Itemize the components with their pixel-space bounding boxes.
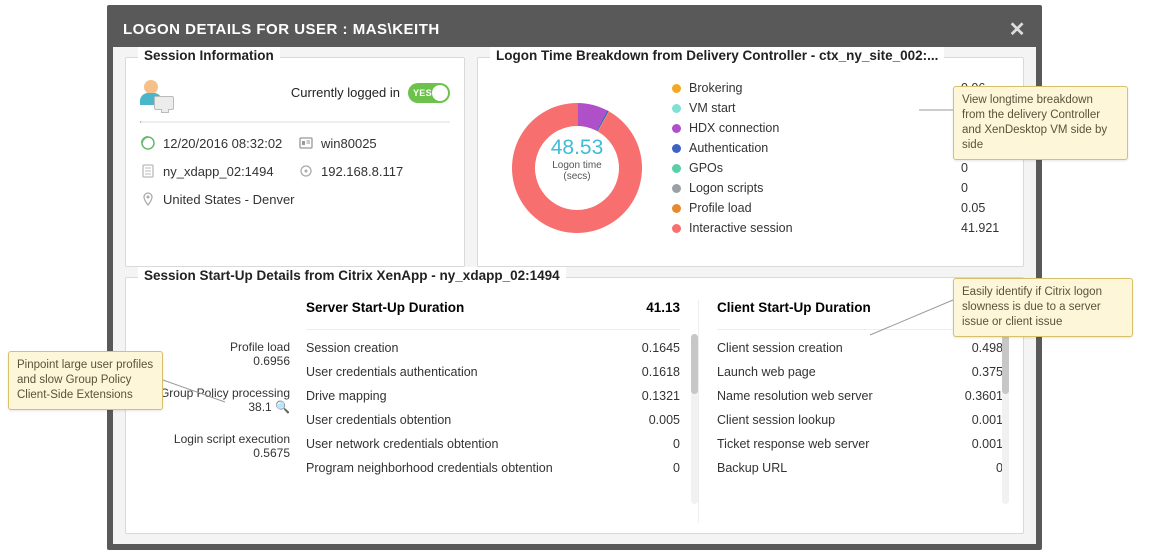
donut-total-label: Logon time <box>551 160 604 171</box>
legend-row: Logon scripts 0 <box>672 178 1009 198</box>
client-data-row: Launch web page0.375 <box>717 360 1003 384</box>
breakdown-panel: Logon Time Breakdown from Delivery Contr… <box>477 57 1024 267</box>
server-scrollbar[interactable] <box>691 334 698 504</box>
legend-label: VM start <box>689 101 953 115</box>
callout-profiles: Pinpoint large user profiles and slow Gr… <box>8 351 163 410</box>
client-scrollbar[interactable] <box>1002 334 1009 504</box>
server-data-row: Program neighborhood credentials obtenti… <box>306 456 680 480</box>
close-icon[interactable]: ✕ <box>1009 17 1026 42</box>
client-data-row: Ticket response web server0.001 <box>717 432 1003 456</box>
server-data-row: Drive mapping0.1321 <box>306 384 680 408</box>
legend-label: GPOs <box>689 161 953 175</box>
client-heading: Client Start-Up Duration <box>717 300 871 315</box>
donut-chart: 48.53 Logon time (secs) <box>492 78 662 258</box>
legend-label: Brokering <box>689 81 953 95</box>
client-data-row: Name resolution web server0.3601 <box>717 384 1003 408</box>
status-label: Currently logged in <box>291 85 400 100</box>
callout-citrix-slowness: Easily identify if Citrix logon slowness… <box>953 278 1133 337</box>
session-location: United States - Denver <box>140 191 450 207</box>
legend-value: 0.05 <box>961 201 1009 215</box>
startup-left-minis: Profile load0.6956Group Policy processin… <box>140 300 300 523</box>
mini-metric: Login script execution0.5675 <box>140 432 290 460</box>
session-id: ny_xdapp_02:1494 <box>140 163 292 179</box>
server-data-row: User credentials authentication0.1618 <box>306 360 680 384</box>
session-info-title: Session Information <box>144 48 274 63</box>
breakdown-title: Logon Time Breakdown from Delivery Contr… <box>496 48 938 63</box>
legend-swatch <box>672 104 681 113</box>
client-data-row: Backup URL0 <box>717 456 1003 480</box>
legend-row: Profile load 0.05 <box>672 198 1009 218</box>
callout-breakdown: View longtime breakdown from the deliver… <box>953 86 1128 160</box>
target-icon <box>298 163 314 179</box>
legend-swatch <box>672 224 681 233</box>
magnifier-icon[interactable]: 🔍 <box>275 400 290 414</box>
client-data-row: Client session creation0.498 <box>717 336 1003 360</box>
client-rows: Client session creation0.498Launch web p… <box>717 336 1003 480</box>
legend-swatch <box>672 204 681 213</box>
legend-value: 41.921 <box>961 221 1009 235</box>
legend-swatch <box>672 164 681 173</box>
legend-label: Profile load <box>689 201 953 215</box>
server-total: 41.13 <box>646 300 680 315</box>
startup-panel: Session Start-Up Details from Citrix Xen… <box>125 277 1024 534</box>
legend-row: Interactive session 41.921 <box>672 218 1009 238</box>
server-data-row: Session creation0.1645 <box>306 336 680 360</box>
legend-value: 0 <box>961 161 1009 175</box>
logged-in-status: Currently logged in YES <box>291 83 450 103</box>
server-rows: Session creation0.1645User credentials a… <box>306 336 680 480</box>
legend-swatch <box>672 184 681 193</box>
clock-history-icon <box>140 135 156 151</box>
legend-swatch <box>672 84 681 93</box>
modal-body: Session Information Currently logged in … <box>113 47 1036 544</box>
server-data-row: User credentials obtention0.005 <box>306 408 680 432</box>
session-hostname: win80025 <box>298 135 450 151</box>
legend-label: Interactive session <box>689 221 953 235</box>
modal-header: LOGON DETAILS FOR USER : MAS\KEITH ✕ <box>113 11 1036 47</box>
donut-total-value: 48.53 <box>551 136 604 160</box>
status-toggle[interactable]: YES <box>408 83 450 103</box>
session-datetime: 12/20/2016 08:32:02 <box>140 135 292 151</box>
client-data-row: Client session lookup0.001 <box>717 408 1003 432</box>
legend-row: GPOs 0 <box>672 158 1009 178</box>
legend-swatch <box>672 124 681 133</box>
id-card-icon <box>298 135 314 151</box>
legend-label: Authentication <box>689 141 953 155</box>
session-info-panel: Session Information Currently logged in … <box>125 57 465 267</box>
logon-details-modal: LOGON DETAILS FOR USER : MAS\KEITH ✕ Ses… <box>107 5 1042 550</box>
server-startup-column: Server Start-Up Duration 41.13 Session c… <box>300 300 699 523</box>
startup-title: Session Start-Up Details from Citrix Xen… <box>144 268 560 283</box>
document-icon <box>140 163 156 179</box>
legend-value: 0 <box>961 181 1009 195</box>
location-pin-icon <box>140 191 156 207</box>
top-row: Session Information Currently logged in … <box>125 57 1024 267</box>
status-badge: YES <box>413 88 432 98</box>
donut-total-unit: (secs) <box>551 171 604 182</box>
user-avatar-icon <box>140 80 162 105</box>
session-ip: 192.168.8.117 <box>298 163 450 179</box>
legend-swatch <box>672 144 681 153</box>
modal-title: LOGON DETAILS FOR USER : MAS\KEITH <box>123 21 440 38</box>
server-heading: Server Start-Up Duration <box>306 300 464 315</box>
legend-label: Logon scripts <box>689 181 953 195</box>
legend-label: HDX connection <box>689 121 953 135</box>
server-data-row: User network credentials obtention0 <box>306 432 680 456</box>
